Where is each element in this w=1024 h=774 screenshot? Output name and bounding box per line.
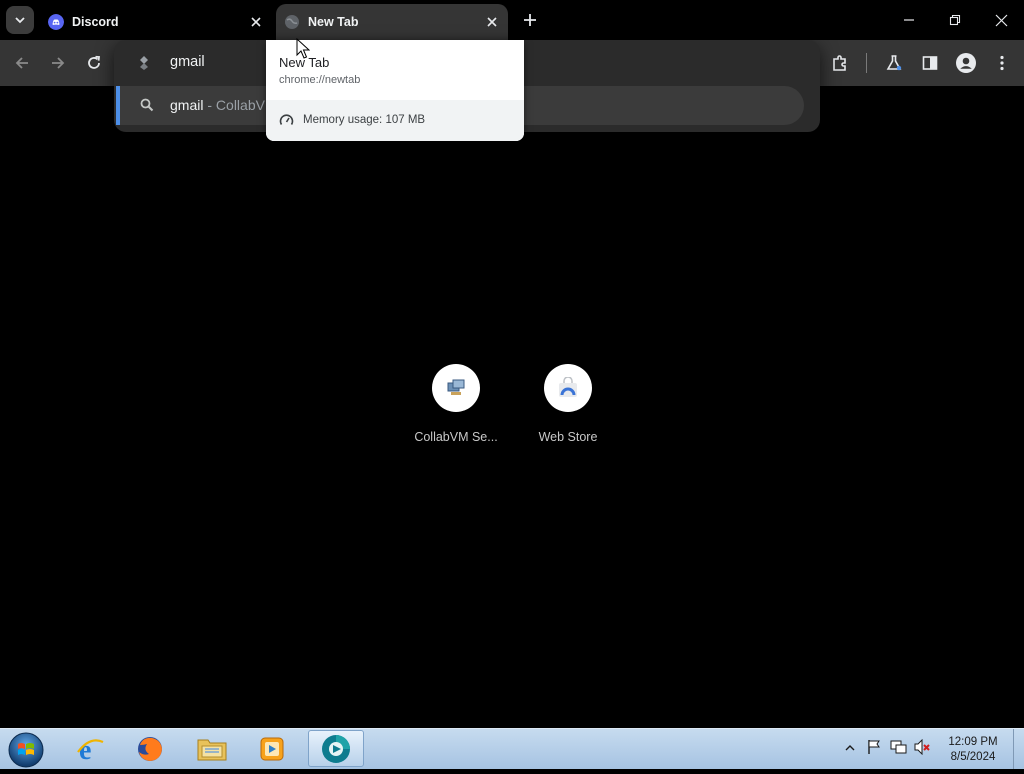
taskbar-file-explorer[interactable] (184, 730, 240, 767)
media-player-icon (260, 737, 284, 760)
suggestion-text: gmail - CollabV (170, 97, 265, 113)
suggestion-query: gmail (170, 97, 204, 113)
search-icon (140, 98, 154, 112)
reload-button[interactable] (82, 51, 106, 75)
tab-discord[interactable]: Discord (40, 4, 272, 40)
clock-date: 8/5/2024 (950, 751, 996, 763)
suggestion-source: CollabV (215, 97, 265, 113)
shortcut-label: Web Store (538, 430, 598, 444)
tab-title: New Tab (308, 15, 359, 29)
internet-explorer-icon: e (77, 735, 104, 764)
volume-muted-icon[interactable] (914, 739, 932, 755)
memory-usage: Memory usage: 107 MB (303, 114, 426, 126)
start-button[interactable] (7, 731, 45, 769)
toolbar-separator (866, 53, 867, 73)
suggestion-separator: - (203, 97, 216, 113)
back-arrow-icon (15, 57, 28, 69)
close-icon (995, 14, 1007, 26)
network-icon[interactable] (890, 739, 908, 755)
taskbar-media-player[interactable] (244, 730, 300, 767)
restore-button[interactable] (932, 0, 978, 40)
reload-icon (88, 55, 100, 69)
discord-icon (48, 14, 64, 30)
omnibox-input[interactable]: gmail (170, 54, 205, 70)
collabvm-icon (447, 379, 465, 395)
close-tab-button[interactable] (246, 12, 266, 32)
menu-button[interactable] (990, 51, 1014, 75)
tab-new-tab[interactable]: New Tab (276, 4, 508, 40)
side-panel-button[interactable] (918, 51, 942, 75)
avatar-icon (956, 53, 976, 73)
action-center-flag-icon[interactable] (866, 739, 882, 755)
close-icon (251, 17, 261, 27)
shortcut-tile (432, 364, 480, 412)
system-clock[interactable]: 12:09 PM 8/5/2024 (936, 735, 1010, 765)
show-hidden-icons-icon[interactable] (845, 744, 855, 752)
close-window-button[interactable] (978, 0, 1024, 40)
windows-logo-icon (8, 732, 44, 768)
forward-arrow-icon (52, 57, 65, 69)
puzzle-icon (833, 55, 846, 71)
minimize-icon (904, 19, 914, 21)
chrome-app-icon (322, 734, 350, 763)
shortcut-label: CollabVM Se... (414, 430, 498, 444)
taskbar-internet-explorer[interactable]: e (62, 730, 118, 767)
plus-icon (524, 14, 536, 26)
shortcut-tile (544, 364, 592, 412)
taskbar: e 12:09 PM 8/5/2024 (0, 728, 1024, 769)
tab-search-button[interactable] (6, 6, 34, 34)
page-icon (140, 56, 148, 70)
shortcut-collabvm[interactable]: CollabVM Se... (400, 364, 512, 444)
extensions-button[interactable] (828, 51, 852, 75)
labs-button[interactable] (882, 51, 906, 75)
minimize-button[interactable] (886, 0, 932, 40)
tab-strip: Discord New Tab (0, 0, 1024, 40)
forward-button[interactable] (46, 51, 70, 75)
new-tab-button[interactable] (518, 10, 542, 30)
more-vert-icon (1000, 55, 1004, 71)
file-explorer-icon (197, 739, 227, 760)
flask-icon (886, 55, 902, 71)
clock-time: 12:09 PM (948, 736, 998, 748)
show-desktop-button[interactable] (1013, 729, 1024, 769)
taskbar-firefox[interactable] (122, 730, 178, 767)
hover-card-footer: Memory usage: 107 MB (266, 100, 524, 141)
globe-icon (285, 15, 299, 29)
side-panel-icon (922, 56, 938, 70)
restore-icon (949, 14, 961, 26)
webstore-icon (559, 377, 577, 397)
close-icon (487, 17, 497, 27)
mouse-cursor-icon (296, 38, 310, 59)
chevron-down-icon (15, 17, 25, 24)
firefox-icon (138, 736, 162, 761)
close-tab-button[interactable] (482, 12, 502, 32)
back-button[interactable] (10, 51, 34, 75)
gauge-icon (279, 114, 294, 125)
taskbar-chrome[interactable] (308, 730, 364, 767)
shortcut-web-store[interactable]: Web Store (512, 364, 624, 444)
tab-title: Discord (72, 15, 119, 29)
hover-card-url: chrome://newtab (279, 74, 361, 86)
profile-button[interactable] (954, 51, 978, 75)
